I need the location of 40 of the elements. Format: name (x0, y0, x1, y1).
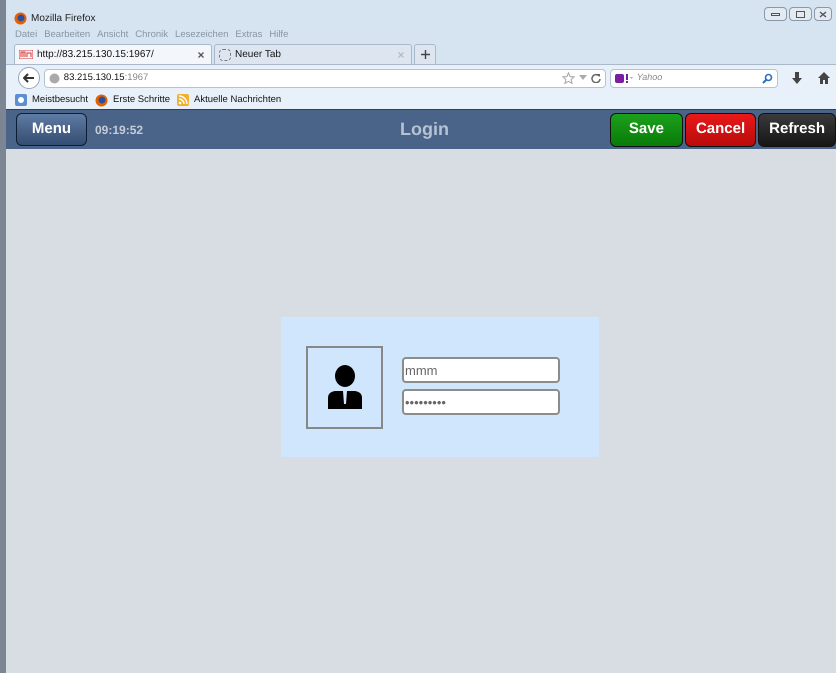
clock-text: 09:19:52 (95, 122, 144, 138)
search-input[interactable]: Yahoo (636, 71, 747, 85)
bookmark-link[interactable]: Aktuelle Nachrichten (194, 92, 282, 108)
search-icon[interactable] (762, 72, 774, 84)
blank-page-icon (219, 48, 231, 60)
page-title: Login (400, 118, 450, 141)
address-bar[interactable]: 83.215.130.15:1967 (44, 68, 606, 88)
refresh-button[interactable]: Refresh (758, 112, 836, 146)
save-button[interactable]: Save (610, 112, 683, 146)
bookmarks-folder-icon (15, 94, 27, 106)
star-icon[interactable] (562, 72, 575, 84)
browser-tab[interactable]: http://83.215.130.15:1967/ (14, 44, 212, 64)
close-tab-icon[interactable] (198, 52, 204, 58)
menu-button[interactable]: Menu (16, 113, 87, 146)
reload-icon[interactable] (590, 73, 601, 83)
username-field[interactable]: mmm (402, 357, 560, 383)
back-arrow-icon (22, 73, 35, 83)
search-engine-icon (614, 74, 633, 82)
bookmark-link[interactable]: Meistbesucht (32, 92, 88, 108)
firefox-icon (94, 94, 108, 106)
back-button[interactable] (18, 67, 40, 89)
download-icon[interactable] (792, 72, 802, 84)
close-button[interactable] (814, 7, 832, 21)
home-icon[interactable] (818, 72, 830, 84)
window-title: Mozilla Firefox (31, 12, 96, 26)
url-text: 83.215.130.15:1967 (64, 70, 148, 85)
user-icon (326, 365, 364, 409)
site-icon (19, 50, 33, 59)
search-field[interactable]: Yahoo (610, 68, 778, 88)
cancel-button[interactable]: Cancel (684, 112, 756, 146)
firefox-icon (14, 12, 27, 24)
plus-icon (420, 50, 430, 59)
new-tab-button[interactable] (414, 44, 436, 64)
minimize-button[interactable] (764, 7, 787, 21)
bookmark-link[interactable]: Erste Schritte (112, 92, 170, 108)
feed-icon (177, 94, 190, 106)
close-icon (819, 10, 827, 18)
password-field[interactable]: ••••••••• (402, 389, 560, 415)
maximize-button[interactable] (789, 7, 812, 21)
browser-tab[interactable]: Neuer Tab (214, 44, 412, 64)
